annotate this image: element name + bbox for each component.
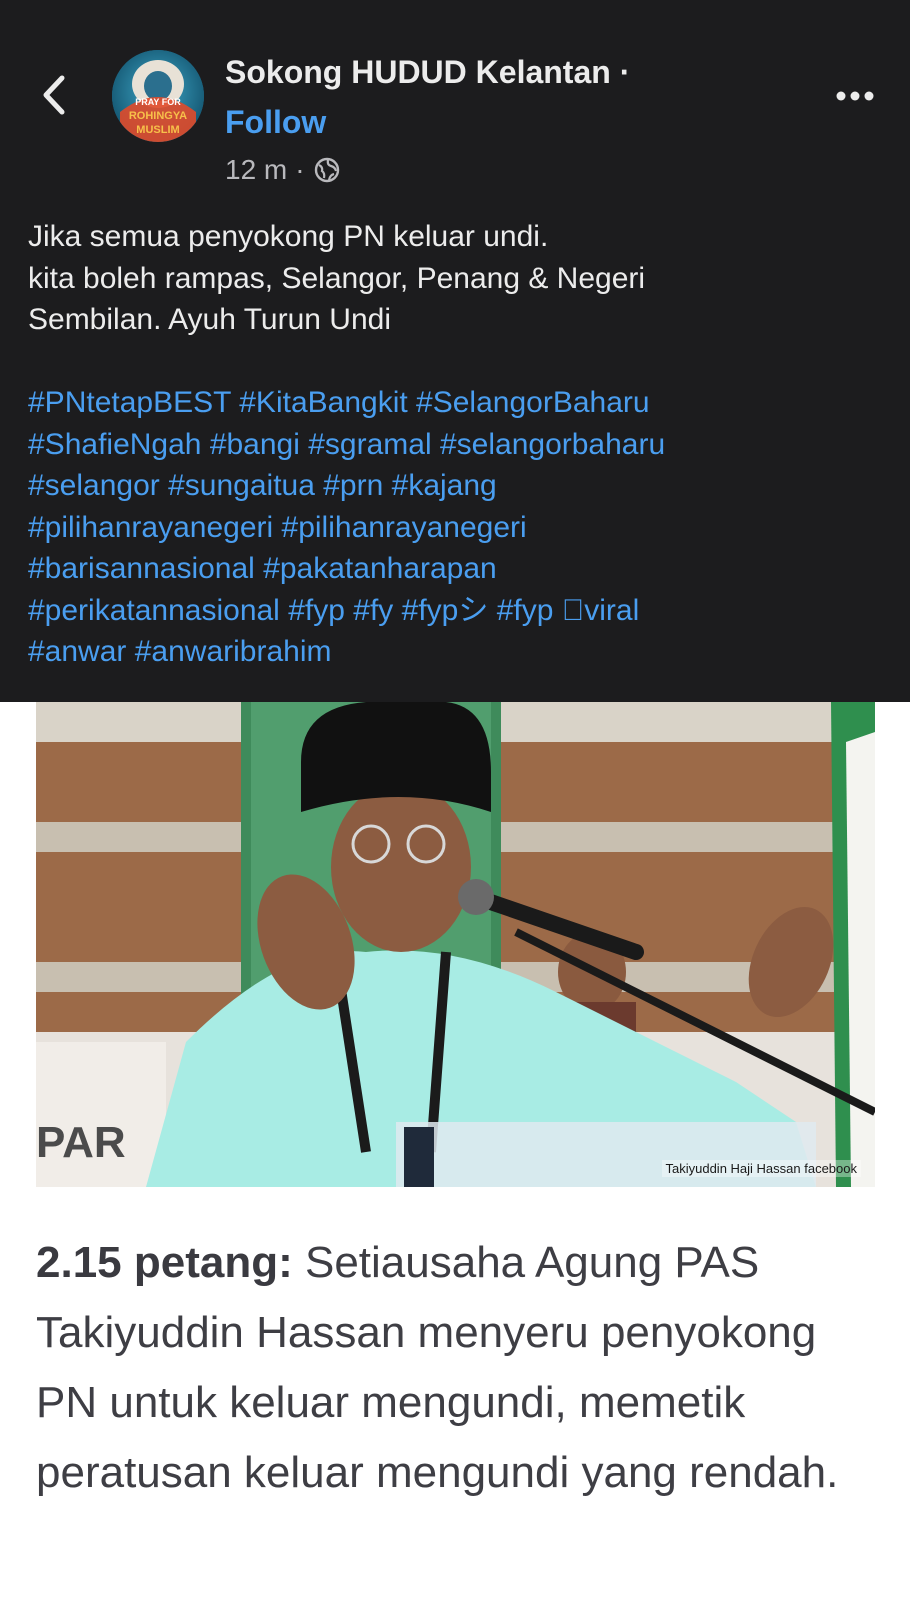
post-photo[interactable]: PAR Takiyuddin Haji Hassan facebook bbox=[36, 702, 875, 1187]
hashtag-link[interactable]: #selangor bbox=[28, 469, 160, 502]
hashtag-link[interactable]: #fypシ bbox=[402, 594, 489, 627]
hashtag-link[interactable]: #PNtetapBEST bbox=[28, 386, 231, 419]
hashtag-link[interactable]: #prn bbox=[323, 469, 383, 502]
hashtag-link[interactable]: #selangorbaharu bbox=[440, 428, 665, 461]
chevron-left-icon bbox=[43, 75, 65, 115]
follow-button[interactable]: Follow bbox=[225, 104, 326, 141]
article-time: 2.15 petang: bbox=[36, 1238, 293, 1287]
hashtag-link[interactable]: #kajang bbox=[392, 469, 497, 502]
hashtag-link[interactable]: #pilihanrayanegeri bbox=[282, 511, 527, 544]
article-text: 2.15 petang: Setiausaha Agung PAS Takiyu… bbox=[36, 1228, 886, 1508]
hashtag-line: #PNtetapBEST #KitaBangkit #SelangorBahar… bbox=[28, 382, 898, 424]
hashtag-line: #selangor #sungaitua #prn #kajang bbox=[28, 465, 898, 507]
hashtag-link[interactable]: #pakatanharapan bbox=[263, 552, 497, 585]
hashtag-link[interactable]: #fyp bbox=[288, 594, 345, 627]
hashtag-link[interactable]: #anwar bbox=[28, 635, 126, 668]
hashtag-line: #perikatannasional #fyp #fy #fypシ #fyp ゚… bbox=[28, 590, 898, 632]
post-time: 12 m bbox=[225, 154, 288, 185]
hashtag-line: #barisannasional #pakatanharapan bbox=[28, 548, 898, 590]
hashtag-link[interactable]: #anwaribrahim bbox=[135, 635, 332, 668]
meta-separator: · bbox=[295, 154, 305, 185]
hashtag-link[interactable]: #sgramal bbox=[308, 428, 431, 461]
photo-image: PAR bbox=[36, 702, 875, 1187]
hashtag-link[interactable]: #perikatannasional bbox=[28, 594, 280, 627]
hashtag-link[interactable]: #fyp ゚viral bbox=[497, 594, 640, 627]
page-name[interactable]: Sokong HUDUD Kelantan · bbox=[225, 54, 630, 91]
avatar-image: PRAY FOR ROHINGYA MUSLIM bbox=[112, 50, 204, 142]
more-horizontal-icon bbox=[836, 91, 874, 101]
hashtag-link[interactable]: #SelangorBaharu bbox=[416, 386, 650, 419]
hashtag-line: #anwar #anwaribrahim bbox=[28, 631, 898, 673]
more-options-button[interactable] bbox=[830, 78, 880, 114]
post-meta: 12 m · bbox=[225, 154, 341, 186]
hashtag-link[interactable]: #barisannasional bbox=[28, 552, 255, 585]
avatar[interactable]: PRAY FOR ROHINGYA MUSLIM bbox=[112, 50, 204, 142]
post-header: PRAY FOR ROHINGYA MUSLIM Sokong HUDUD Ke… bbox=[0, 0, 910, 702]
globe-icon bbox=[314, 157, 339, 183]
banner-text: PAR bbox=[36, 1118, 126, 1167]
back-button[interactable] bbox=[34, 70, 74, 120]
hashtag-list: #PNtetapBEST #KitaBangkit #SelangorBahar… bbox=[28, 382, 898, 673]
hashtag-link[interactable]: #KitaBangkit bbox=[239, 386, 407, 419]
photo-credit: Takiyuddin Haji Hassan facebook bbox=[661, 1160, 861, 1177]
hashtag-link[interactable]: #fy bbox=[353, 594, 393, 627]
hashtag-link[interactable]: #pilihanrayanegeri bbox=[28, 511, 273, 544]
hashtag-line: #pilihanrayanegeri #pilihanrayanegeri bbox=[28, 507, 898, 549]
hashtag-link[interactable]: #sungaitua bbox=[168, 469, 315, 502]
svg-text:MUSLIM: MUSLIM bbox=[136, 124, 179, 136]
svg-text:PRAY FOR: PRAY FOR bbox=[135, 97, 181, 107]
post-caption: Jika semua penyokong PN keluar undi. kit… bbox=[28, 216, 888, 341]
caption-line: kita boleh rampas, Selangor, Penang & Ne… bbox=[28, 261, 646, 295]
hashtag-link[interactable]: #bangi bbox=[210, 428, 300, 461]
caption-line: Sembilan. Ayuh Turun Undi bbox=[28, 303, 392, 336]
hashtag-link[interactable]: #ShafieNgah bbox=[28, 428, 201, 461]
svg-text:ROHINGYA: ROHINGYA bbox=[129, 110, 187, 122]
hashtag-line: #ShafieNgah #bangi #sgramal #selangorbah… bbox=[28, 424, 898, 466]
caption-line: Jika semua penyokong PN keluar undi. bbox=[28, 220, 549, 253]
